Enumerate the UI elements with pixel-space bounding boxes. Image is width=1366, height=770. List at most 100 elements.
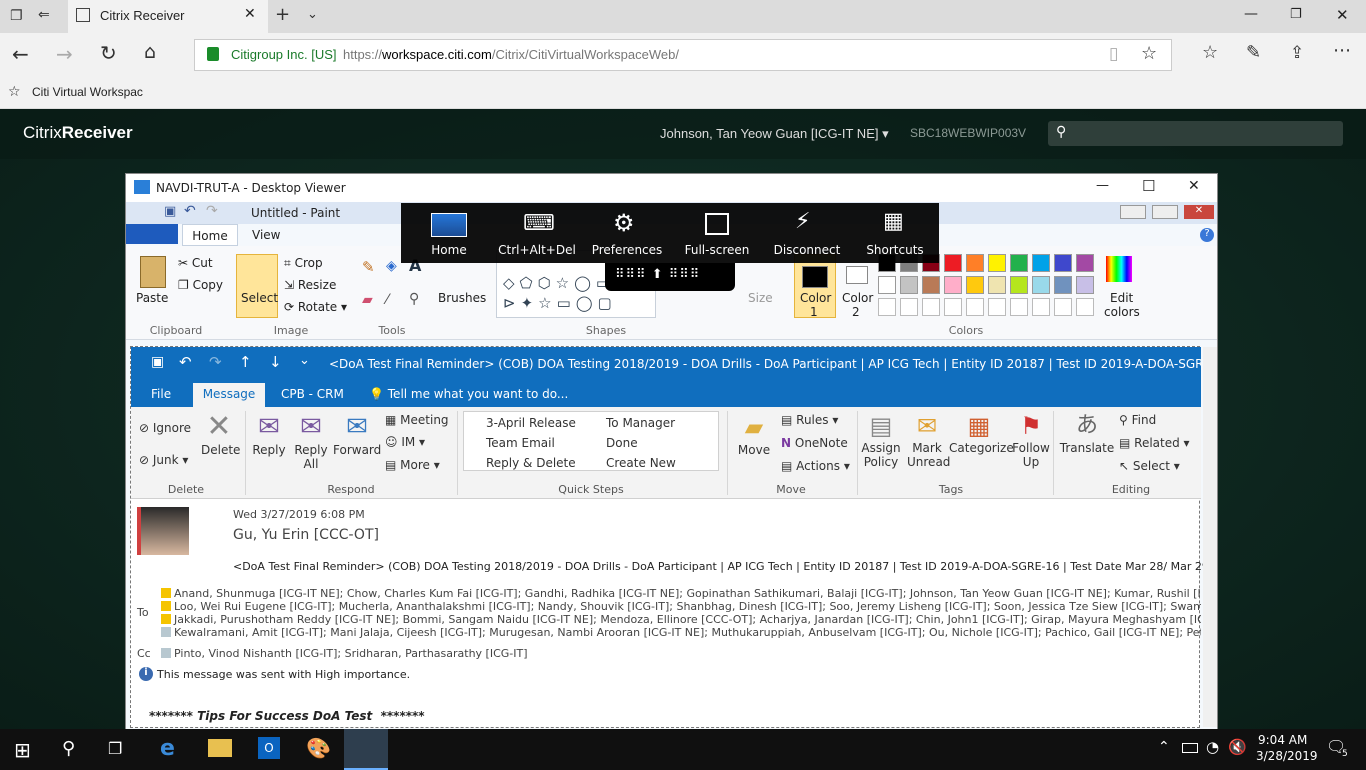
picker-icon[interactable]: ⁄ xyxy=(386,292,388,308)
outlook-icon[interactable]: O xyxy=(258,737,280,759)
size-button[interactable]: Size xyxy=(748,291,773,305)
cut-button[interactable]: ✂ Cut xyxy=(178,256,213,270)
help-icon[interactable]: ? xyxy=(1200,228,1214,242)
empty-swatch[interactable] xyxy=(1010,298,1028,316)
categorize-button[interactable]: ▦ Categorize xyxy=(949,411,1014,455)
paint-restore-icon[interactable] xyxy=(1152,205,1178,219)
tab-home[interactable]: Home xyxy=(182,224,238,246)
citrix-icon[interactable] xyxy=(344,729,388,770)
forward-icon[interactable]: → xyxy=(56,42,73,66)
toolbar-fullscreen-button[interactable]: Full-screen xyxy=(673,203,761,263)
edge-icon[interactable]: e xyxy=(160,736,175,761)
reply-all-button[interactable]: ✉ Reply All xyxy=(293,411,329,471)
favorites-icon[interactable]: ☆ xyxy=(1202,42,1218,63)
task-view-icon[interactable]: ❐ xyxy=(108,739,122,758)
eraser-icon[interactable]: ▰ xyxy=(362,292,373,308)
color-swatch[interactable] xyxy=(988,254,1006,272)
qat-more-icon[interactable]: ⌄ xyxy=(299,353,310,368)
color-swatch[interactable] xyxy=(1076,254,1094,272)
outlook-redo-icon[interactable]: ↷ xyxy=(209,353,222,371)
back-tabs-icon[interactable]: ⇐ xyxy=(38,7,50,23)
color-swatch[interactable] xyxy=(966,276,984,294)
junk-button[interactable]: ⊘ Junk ▾ xyxy=(139,453,188,467)
paste-icon[interactable] xyxy=(140,256,166,288)
empty-swatch[interactable] xyxy=(878,298,896,316)
reply-button[interactable]: ✉ Reply xyxy=(251,411,287,457)
search-input[interactable]: ⚲ xyxy=(1048,121,1343,146)
color-swatch[interactable] xyxy=(1032,276,1050,294)
keyboard-tab[interactable]: ⠿⠿⠿ ⬆ ⠿⠿⠿ xyxy=(605,263,735,291)
browser-tab[interactable]: Citrix Receiver ✕ xyxy=(68,0,268,33)
onenote-button[interactable]: N OneNote xyxy=(781,436,848,450)
pencil-icon[interactable]: ✎ xyxy=(362,258,375,276)
color-swatch[interactable] xyxy=(1010,276,1028,294)
qs-create-new[interactable]: Create New xyxy=(606,456,676,470)
scrollbar[interactable] xyxy=(1203,347,1217,727)
related-button[interactable]: ▤ Related ▾ xyxy=(1119,436,1190,450)
im-button[interactable]: ☺ IM ▾ xyxy=(385,435,425,449)
viewer-maximize-icon[interactable]: ☐ xyxy=(1142,177,1155,195)
rotate-button[interactable]: ⟳ Rotate ▾ xyxy=(284,300,347,314)
start-icon[interactable]: ⊞ xyxy=(14,738,31,762)
qs-to-manager[interactable]: To Manager xyxy=(606,416,675,430)
close-icon[interactable]: ✕ xyxy=(1336,6,1349,24)
tab-message[interactable]: Message xyxy=(193,383,265,407)
outlook-save-icon[interactable]: ▣ xyxy=(151,354,164,370)
pen-icon[interactable]: ✎ xyxy=(1246,42,1261,63)
empty-swatch[interactable] xyxy=(944,298,962,316)
color-swatch[interactable] xyxy=(1054,254,1072,272)
explorer-icon[interactable] xyxy=(208,739,232,757)
qs-april-release[interactable]: 3-April Release xyxy=(486,416,576,430)
new-tab-icon[interactable]: + xyxy=(275,4,290,25)
brushes-button[interactable]: Brushes xyxy=(438,291,486,305)
color-swatch[interactable] xyxy=(966,254,984,272)
qs-done[interactable]: Done xyxy=(606,436,638,450)
taskbar-search-icon[interactable]: ⚲ xyxy=(62,738,75,759)
up-arrow-icon[interactable]: ↑ xyxy=(239,353,252,371)
viewer-minimize-icon[interactable]: — xyxy=(1096,178,1109,193)
resize-button[interactable]: ⇲ Resize xyxy=(284,278,336,292)
select-button-outlook[interactable]: ↖ Select ▾ xyxy=(1119,459,1180,473)
magnifier-icon[interactable]: ⚲ xyxy=(409,291,419,307)
undo-icon[interactable]: ↶ xyxy=(184,203,196,219)
copy-button[interactable]: ❐ Copy xyxy=(178,278,223,292)
outlook-undo-icon[interactable]: ↶ xyxy=(179,353,192,371)
rules-button[interactable]: ▤ Rules ▾ xyxy=(781,413,838,427)
assign-policy-button[interactable]: ▤ Assign Policy xyxy=(859,411,903,469)
toolbar-disconnect-button[interactable]: ⚡ Disconnect xyxy=(763,203,851,263)
viewer-close-icon[interactable]: ✕ xyxy=(1188,178,1200,194)
paint-icon[interactable]: 🎨 xyxy=(306,736,331,760)
refresh-icon[interactable]: ↻ xyxy=(100,41,117,65)
color-swatch[interactable] xyxy=(944,276,962,294)
color-swatch[interactable] xyxy=(1054,276,1072,294)
tab-view[interactable]: View xyxy=(252,228,280,242)
toolbar-preferences-button[interactable]: ⚙ Preferences xyxy=(583,203,671,263)
mark-unread-button[interactable]: ✉ Mark Unread xyxy=(907,411,950,469)
color2-swatch[interactable] xyxy=(846,266,868,284)
close-tab-icon[interactable]: ✕ xyxy=(244,6,256,22)
color-swatch[interactable] xyxy=(944,254,962,272)
empty-swatch[interactable] xyxy=(1076,298,1094,316)
translate-button[interactable]: あ Translate xyxy=(1059,411,1115,455)
edit-colors-icon[interactable] xyxy=(1106,256,1132,282)
ignore-button[interactable]: ⊘ Ignore xyxy=(139,421,191,435)
favorite-link[interactable]: Citi Virtual Workspac xyxy=(32,85,143,99)
follow-up-button[interactable]: ⚑ Follow Up xyxy=(1011,411,1051,469)
empty-swatch[interactable] xyxy=(988,298,1006,316)
chevron-down-icon[interactable]: ⌄ xyxy=(307,7,318,22)
more-icon[interactable]: ⋯ xyxy=(1333,40,1351,61)
color-swatch[interactable] xyxy=(922,276,940,294)
wifi-icon[interactable]: ◔ xyxy=(1206,738,1219,756)
color-swatch[interactable] xyxy=(900,276,918,294)
color2-label[interactable]: Color xyxy=(842,291,873,305)
actions-button[interactable]: ▤ Actions ▾ xyxy=(781,459,850,473)
find-button[interactable]: ⚲ Find xyxy=(1119,413,1156,427)
redo-icon[interactable]: ↷ xyxy=(206,203,218,219)
paint-minimize-icon[interactable] xyxy=(1120,205,1146,219)
meeting-button[interactable]: ▦ Meeting xyxy=(385,413,449,427)
toolbar-shortcuts-button[interactable]: ▦ Shortcuts xyxy=(851,203,939,263)
tell-me-search[interactable]: 💡 Tell me what you want to do... xyxy=(369,387,568,401)
color-swatch[interactable] xyxy=(878,276,896,294)
paint-file-button[interactable] xyxy=(126,224,178,244)
color-swatch[interactable] xyxy=(988,276,1006,294)
